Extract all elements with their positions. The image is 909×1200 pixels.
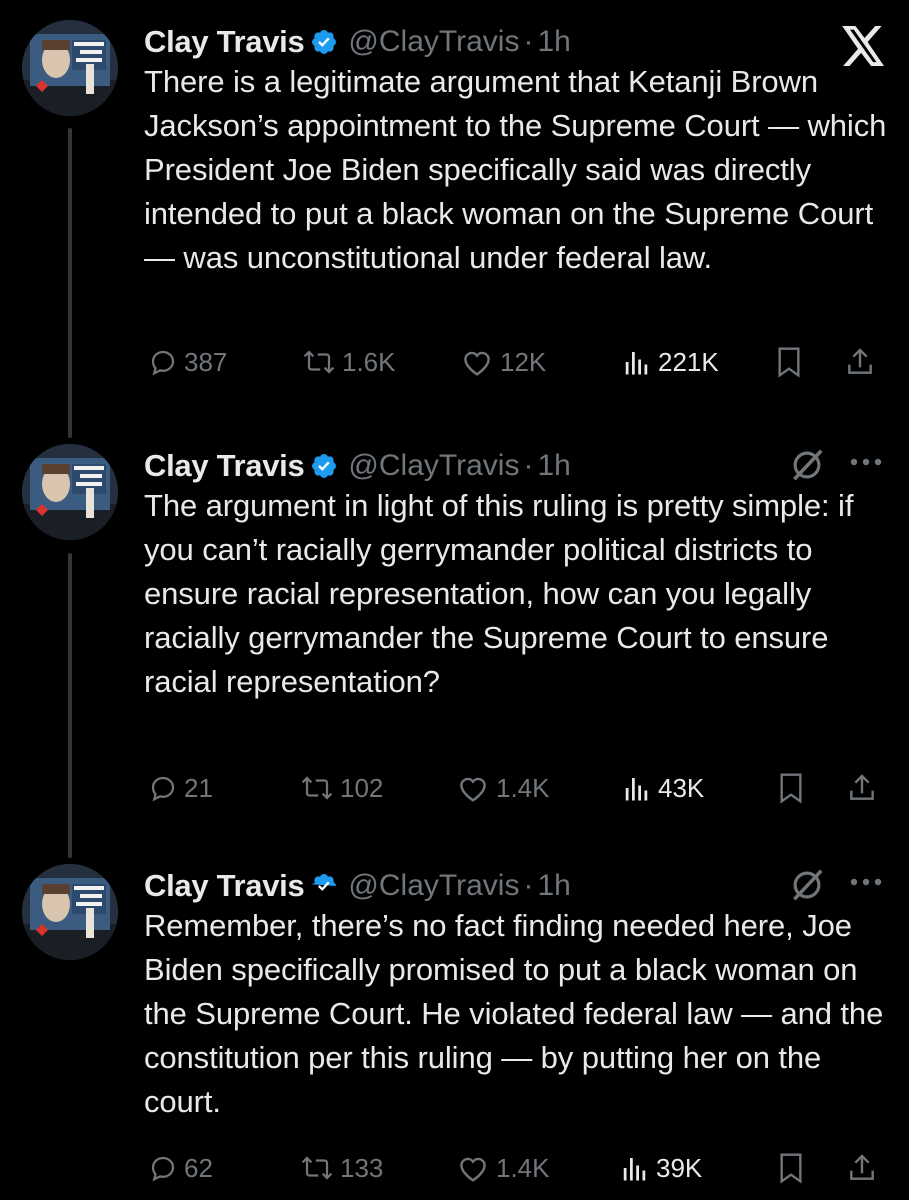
view-count: 39K <box>656 1152 703 1183</box>
views-button[interactable]: 43K <box>622 766 704 810</box>
reply-icon <box>151 350 175 376</box>
like-button[interactable]: 12K <box>460 340 546 384</box>
separator-dot: · <box>523 25 534 58</box>
views-chart-icon <box>625 778 648 801</box>
more-options-icon[interactable] <box>848 456 884 468</box>
views-button[interactable]: 39K <box>620 1146 702 1190</box>
verified-badge-icon <box>312 454 337 478</box>
like-count: 1.4K <box>496 772 550 803</box>
repost-button[interactable]: 102 <box>300 766 383 810</box>
like-count: 1.4K <box>496 1152 550 1183</box>
heart-icon <box>460 1157 486 1182</box>
grok-icon[interactable] <box>788 446 826 484</box>
reply-button[interactable]: 387 <box>148 340 227 384</box>
display-name[interactable]: Clay Travis <box>144 24 305 60</box>
views-chart-icon <box>623 1158 646 1181</box>
reply-icon <box>151 1156 175 1182</box>
bookmark-button[interactable] <box>776 766 806 810</box>
avatar[interactable] <box>22 864 118 960</box>
reply-count: 62 <box>184 1152 213 1183</box>
timestamp[interactable]: 1h <box>537 869 570 903</box>
separator-dot: · <box>523 449 534 482</box>
tweet-header: Clay Travis @ClayTravis · 1h <box>144 446 571 486</box>
repost-count: 133 <box>340 1152 384 1183</box>
repost-icon <box>301 1156 333 1180</box>
share-icon <box>850 1154 874 1180</box>
separator-dot: · <box>523 869 534 902</box>
tweet-header: Clay Travis @ClayTravis · 1h <box>144 22 571 62</box>
repost-button[interactable]: 1.6K <box>302 340 396 384</box>
tweet-text: Remember, there’s no fact finding needed… <box>144 908 884 1119</box>
share-button[interactable] <box>844 340 876 384</box>
handle[interactable]: @ClayTravis <box>348 869 519 903</box>
like-count: 12K <box>500 346 547 377</box>
grok-icon[interactable] <box>788 866 826 904</box>
handle[interactable]: @ClayTravis <box>348 25 519 59</box>
views-chart-icon <box>625 352 648 375</box>
reply-count: 21 <box>184 772 213 803</box>
action-bar: 21 102 1.4K 43K <box>144 766 894 810</box>
tweet-text: The argument in light of this ruling is … <box>144 488 854 699</box>
share-button[interactable] <box>846 1146 878 1190</box>
reply-icon <box>151 776 175 802</box>
view-count: 43K <box>658 772 705 803</box>
share-button[interactable] <box>846 766 878 810</box>
repost-icon <box>303 350 335 374</box>
share-icon <box>850 774 874 800</box>
avatar[interactable] <box>22 444 118 540</box>
view-count: 221K <box>658 346 719 377</box>
like-button[interactable]: 1.4K <box>456 1146 550 1190</box>
like-button[interactable]: 1.4K <box>456 766 550 810</box>
tweet[interactable]: Clay Travis @ClayTravis · 1h There is a … <box>0 20 909 420</box>
tweet[interactable]: Clay Travis @ClayTravis · 1h The argumen… <box>0 444 909 844</box>
tweet[interactable]: Clay Travis @ClayTravis · 1h Remember, t… <box>0 864 909 1200</box>
views-button[interactable]: 221K <box>622 340 719 384</box>
tweet-header: Clay Travis @ClayTravis · 1h <box>144 866 571 906</box>
share-icon <box>848 348 872 374</box>
action-bar: 387 1.6K 12K 221K <box>144 340 894 384</box>
repost-count: 102 <box>340 772 384 803</box>
bookmark-button[interactable] <box>774 340 804 384</box>
verified-badge-icon <box>312 874 337 891</box>
action-bar: 62 133 1.4K 39K <box>144 1146 894 1190</box>
display-name[interactable]: Clay Travis <box>144 448 305 484</box>
heart-icon <box>460 777 486 802</box>
bookmark-button[interactable] <box>776 1146 806 1190</box>
reply-button[interactable]: 62 <box>148 1146 213 1190</box>
tweet-text: There is a legitimate argument that Keta… <box>144 64 887 275</box>
verified-badge-icon <box>312 30 337 54</box>
timestamp[interactable]: 1h <box>537 449 570 483</box>
more-options-icon[interactable] <box>848 876 884 888</box>
avatar[interactable] <box>22 20 118 116</box>
bookmark-icon <box>778 347 800 378</box>
bookmark-icon <box>780 1153 802 1184</box>
repost-button[interactable]: 133 <box>300 1146 383 1190</box>
repost-count: 1.6K <box>342 346 396 377</box>
timestamp[interactable]: 1h <box>537 25 570 59</box>
display-name[interactable]: Clay Travis <box>144 868 305 904</box>
handle[interactable]: @ClayTravis <box>348 449 519 483</box>
reply-count: 387 <box>184 346 228 377</box>
repost-icon <box>301 776 333 800</box>
reply-button[interactable]: 21 <box>148 766 213 810</box>
bookmark-icon <box>780 773 802 804</box>
heart-icon <box>464 351 490 376</box>
